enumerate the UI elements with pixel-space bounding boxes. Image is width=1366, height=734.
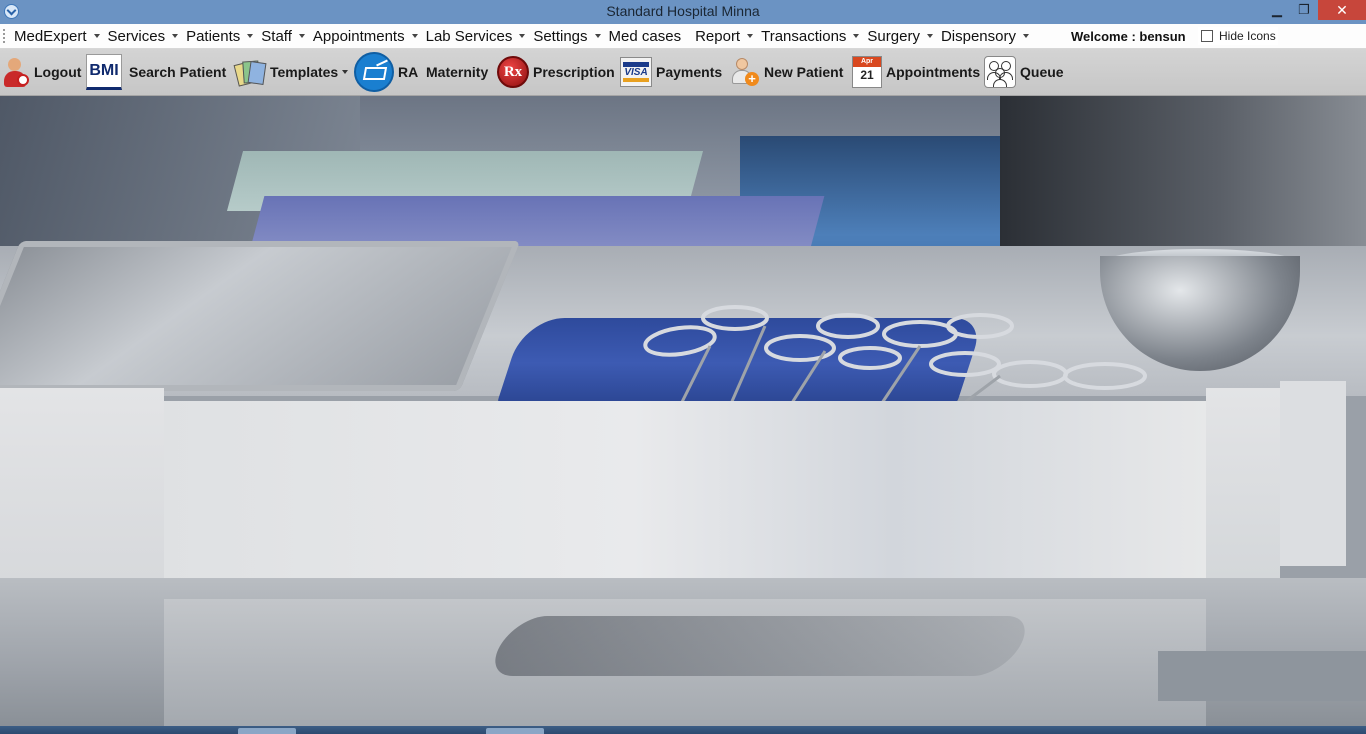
- dropdown-caret-icon: [594, 34, 601, 38]
- maternity-button[interactable]: Maternity: [426, 49, 488, 95]
- calendar-day: 21: [860, 68, 874, 82]
- appointments-label: Appointments: [886, 64, 981, 80]
- dropdown-caret-icon: [926, 34, 933, 38]
- new-patient-button[interactable]: + New Patient: [730, 49, 843, 95]
- menu-label: Dispensory: [940, 27, 1016, 45]
- menu-label: Staff: [261, 27, 292, 45]
- templates-button[interactable]: Templates: [233, 49, 349, 95]
- menu-medexpert[interactable]: MedExpert: [14, 28, 100, 45]
- title-bar: Standard Hospital Minna ▁ ❐ ✕: [0, 0, 1366, 24]
- logout-label: Logout: [34, 64, 82, 80]
- menu-appointments[interactable]: Appointments: [313, 28, 418, 45]
- menu-label: Services: [107, 27, 166, 45]
- menu-dispensory[interactable]: Dispensory: [941, 28, 1029, 45]
- menu-label: Settings: [533, 27, 588, 45]
- ra-label: RA: [398, 64, 419, 80]
- logout-user-icon: [2, 56, 30, 88]
- payments-label: Payments: [656, 64, 723, 80]
- surgical-scissors-illustration: [643, 305, 1147, 406]
- queue-people-icon: [984, 56, 1016, 88]
- prescription-button[interactable]: Rx Prescription: [497, 49, 615, 95]
- dropdown-caret-icon[interactable]: [342, 70, 349, 74]
- calendar-icon: Apr 21: [852, 56, 882, 88]
- hide-icons-toggle[interactable]: Hide Icons: [1198, 27, 1278, 45]
- search-patient-button[interactable]: BMI Search Patient: [86, 49, 226, 95]
- bmi-icon[interactable]: BMI: [86, 54, 122, 90]
- visa-icon-text: VISA: [624, 67, 648, 78]
- menu-label: Appointments: [312, 27, 405, 45]
- calendar-month: Apr: [853, 57, 881, 67]
- templates-books-icon: [233, 57, 267, 87]
- menu-report[interactable]: Report: [695, 27, 754, 45]
- close-button[interactable]: ✕: [1318, 0, 1366, 20]
- menu-lab-services[interactable]: Lab Services: [426, 28, 526, 45]
- menu-staff[interactable]: Staff: [261, 28, 305, 45]
- menu-bar: MedExpert Services Patients Staff Appoin…: [0, 24, 1366, 49]
- steel-tray: [0, 241, 521, 391]
- menu-label: Surgery: [867, 27, 920, 45]
- queue-button[interactable]: Queue: [984, 49, 1064, 95]
- taskbar-item[interactable]: [486, 728, 544, 734]
- menu-items: MedExpert Services Patients Staff Appoin…: [14, 24, 1037, 48]
- toolbar: Logout BMI Search Patient Templates RA M…: [0, 49, 1366, 96]
- hide-icons-checkbox[interactable]: [1201, 30, 1213, 42]
- dropdown-caret-icon: [247, 34, 254, 38]
- blurred-instruments: [482, 616, 1038, 676]
- ra-button[interactable]: RA: [354, 49, 418, 95]
- payments-button[interactable]: VISA Payments: [620, 49, 722, 95]
- os-taskbar: [0, 726, 1366, 734]
- frosted-panel: [164, 401, 1206, 599]
- frosted-band-far-right: [1280, 381, 1346, 566]
- search-patient-label: Search Patient: [129, 64, 227, 80]
- menu-label: Transactions: [761, 27, 847, 45]
- equipment-right: [1000, 96, 1366, 256]
- new-patient-label: New Patient: [764, 64, 844, 80]
- ra-card-icon: [354, 52, 394, 92]
- menu-label: Report: [695, 27, 741, 45]
- dropdown-caret-icon: [519, 34, 526, 38]
- hide-icons-label: Hide Icons: [1219, 29, 1276, 43]
- menu-patients[interactable]: Patients: [186, 27, 254, 45]
- frosted-band-left: [0, 388, 164, 578]
- rx-icon: Rx: [497, 56, 529, 88]
- templates-label: Templates: [270, 64, 339, 80]
- dropdown-caret-icon: [1022, 34, 1029, 38]
- menu-transactions[interactable]: Transactions: [761, 27, 860, 45]
- menu-label: Patients: [186, 27, 241, 45]
- restore-button[interactable]: ❐: [1290, 0, 1318, 20]
- frosted-band-right: [1206, 388, 1280, 578]
- dropdown-caret-icon: [411, 34, 418, 38]
- logout-button[interactable]: Logout: [2, 49, 81, 95]
- queue-label: Queue: [1020, 64, 1064, 80]
- dropdown-caret-icon: [747, 34, 754, 38]
- dropdown-caret-icon: [853, 34, 860, 38]
- menu-surgery[interactable]: Surgery: [867, 28, 933, 45]
- menu-label: Med cases: [608, 27, 682, 45]
- welcome-text: Welcome : bensun: [1071, 29, 1186, 44]
- maternity-label: Maternity: [426, 64, 489, 80]
- minimize-button[interactable]: ▁: [1264, 0, 1290, 20]
- menu-label: MedExpert: [14, 27, 87, 45]
- window-title: Standard Hospital Minna: [606, 3, 760, 19]
- prescription-label: Prescription: [533, 64, 615, 80]
- menu-grip: [3, 29, 7, 43]
- menu-services[interactable]: Services: [108, 28, 179, 45]
- dropdown-caret-icon: [93, 34, 100, 38]
- menu-label: Lab Services: [425, 27, 513, 45]
- main-background-image: [0, 96, 1366, 726]
- appointments-button[interactable]: Apr 21 Appointments: [852, 49, 980, 95]
- lower-right-block: [1158, 651, 1366, 701]
- menu-settings[interactable]: Settings: [533, 27, 601, 45]
- menu-med-cases[interactable]: Med cases: [609, 28, 682, 45]
- dropdown-caret-icon: [172, 34, 179, 38]
- visa-card-icon: VISA: [620, 57, 652, 87]
- add-user-icon: +: [730, 56, 760, 88]
- dropdown-caret-icon: [298, 34, 305, 38]
- taskbar-item[interactable]: [238, 728, 296, 734]
